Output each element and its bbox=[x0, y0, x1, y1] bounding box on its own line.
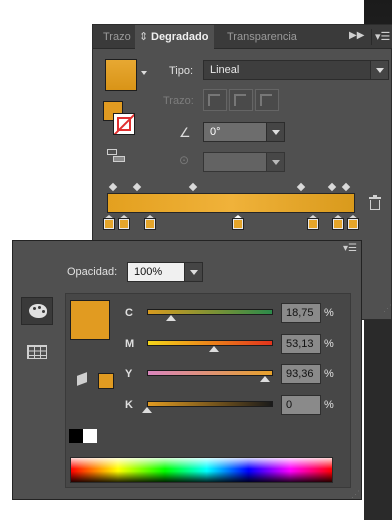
color-panel: ▾☰ Opacidad: 100% C 18,75 % M 53,13 % Y … bbox=[12, 240, 362, 500]
midpoint-diamond[interactable] bbox=[341, 182, 351, 192]
tipo-label: Tipo: bbox=[169, 65, 194, 77]
color-stop[interactable] bbox=[347, 215, 359, 230]
panel-tab-bar: Trazo ⇕ Degradado Transparencia ▶▶ ▾☰ bbox=[93, 25, 392, 49]
angle-input[interactable]: 0° bbox=[203, 122, 285, 142]
slider-y[interactable] bbox=[147, 370, 273, 376]
slider-thumb-c[interactable] bbox=[165, 315, 176, 321]
tipo-value: Lineal bbox=[210, 64, 240, 76]
slider-thumb-m[interactable] bbox=[208, 346, 219, 352]
chevron-down-icon bbox=[266, 153, 284, 171]
stroke-gradient-along-icon[interactable] bbox=[229, 89, 253, 111]
current-color-swatch[interactable] bbox=[70, 300, 110, 340]
black-swatch[interactable] bbox=[69, 429, 83, 443]
slider-thumb-k[interactable] bbox=[142, 407, 152, 413]
channel-label-k: K bbox=[125, 399, 133, 411]
color-stop[interactable] bbox=[307, 215, 319, 230]
color-stop[interactable] bbox=[103, 215, 115, 230]
out-of-gamut-cube-icon[interactable] bbox=[76, 372, 90, 386]
reverse-gradient-icon[interactable] bbox=[107, 147, 127, 165]
value-m[interactable]: 53,13 bbox=[281, 334, 321, 354]
white-swatch[interactable] bbox=[83, 429, 97, 443]
color-stop[interactable] bbox=[144, 215, 156, 230]
trazo-label: Trazo: bbox=[163, 95, 194, 107]
chevron-down-icon bbox=[184, 263, 202, 281]
chevron-down-icon bbox=[266, 123, 284, 141]
value-k[interactable]: 0 bbox=[281, 395, 321, 415]
swatch-dropdown-icon[interactable] bbox=[141, 71, 147, 75]
stroke-none-swatch[interactable] bbox=[113, 113, 135, 135]
midpoint-diamond[interactable] bbox=[327, 182, 337, 192]
opacity-input[interactable]: 100% bbox=[127, 262, 203, 282]
midpoint-diamond[interactable] bbox=[132, 182, 142, 192]
color-mode-tab[interactable] bbox=[21, 297, 53, 325]
tab-divider bbox=[371, 29, 372, 45]
aspect-ratio-icon: ⊙ bbox=[179, 153, 190, 167]
value-c[interactable]: 18,75 bbox=[281, 303, 321, 323]
unit-y: % bbox=[324, 368, 334, 380]
angle-value: 0° bbox=[210, 126, 221, 138]
chevron-down-icon bbox=[370, 61, 388, 79]
unit-m: % bbox=[324, 338, 334, 350]
tab-transparencia[interactable]: Transparencia bbox=[221, 25, 313, 49]
swatches-grid-icon[interactable] bbox=[27, 345, 47, 359]
updown-arrows-icon: ⇕ bbox=[139, 31, 149, 43]
stroke-gradient-across-icon[interactable] bbox=[255, 89, 279, 111]
tab-degradado-label: Degradado bbox=[151, 31, 209, 43]
tab-trazo[interactable]: Trazo bbox=[97, 25, 137, 49]
midpoint-diamond[interactable] bbox=[108, 182, 118, 192]
resize-grip-icon[interactable]: ⋰ bbox=[383, 303, 392, 314]
slider-k[interactable] bbox=[147, 401, 273, 407]
unit-c: % bbox=[324, 307, 334, 319]
color-stop[interactable] bbox=[332, 215, 344, 230]
color-stop[interactable] bbox=[118, 215, 130, 230]
color-stop-selected[interactable] bbox=[232, 215, 244, 230]
angle-icon: ∠ bbox=[179, 125, 191, 140]
gradient-slider[interactable] bbox=[107, 193, 355, 213]
opacity-value: 100% bbox=[134, 266, 163, 278]
channel-label-y: Y bbox=[125, 368, 133, 380]
unit-k: % bbox=[324, 399, 334, 411]
websafe-color-swatch[interactable] bbox=[98, 373, 114, 389]
value-y[interactable]: 93,36 bbox=[281, 364, 321, 384]
color-spectrum[interactable] bbox=[70, 457, 333, 483]
channel-label-m: M bbox=[125, 338, 135, 350]
resize-grip-icon[interactable]: ⋰ bbox=[351, 489, 360, 500]
panel-menu-icon[interactable]: ▾☰ bbox=[375, 30, 390, 43]
aspect-ratio-input[interactable] bbox=[203, 152, 285, 172]
collapse-panel-icon[interactable]: ▶▶ bbox=[349, 30, 364, 41]
midpoint-diamond[interactable] bbox=[296, 182, 306, 192]
trash-icon[interactable] bbox=[369, 195, 381, 211]
panel-menu-icon[interactable]: ▾☰ bbox=[343, 243, 357, 254]
opacity-label: Opacidad: bbox=[67, 266, 118, 278]
gradient-swatch[interactable] bbox=[105, 59, 137, 91]
tipo-select[interactable]: Lineal bbox=[203, 60, 389, 80]
channel-label-c: C bbox=[125, 307, 133, 319]
slider-thumb-y[interactable] bbox=[259, 376, 270, 382]
tab-degradado[interactable]: ⇕ Degradado bbox=[135, 25, 215, 49]
midpoint-diamond[interactable] bbox=[188, 182, 198, 192]
stroke-gradient-within-icon[interactable] bbox=[203, 89, 227, 111]
